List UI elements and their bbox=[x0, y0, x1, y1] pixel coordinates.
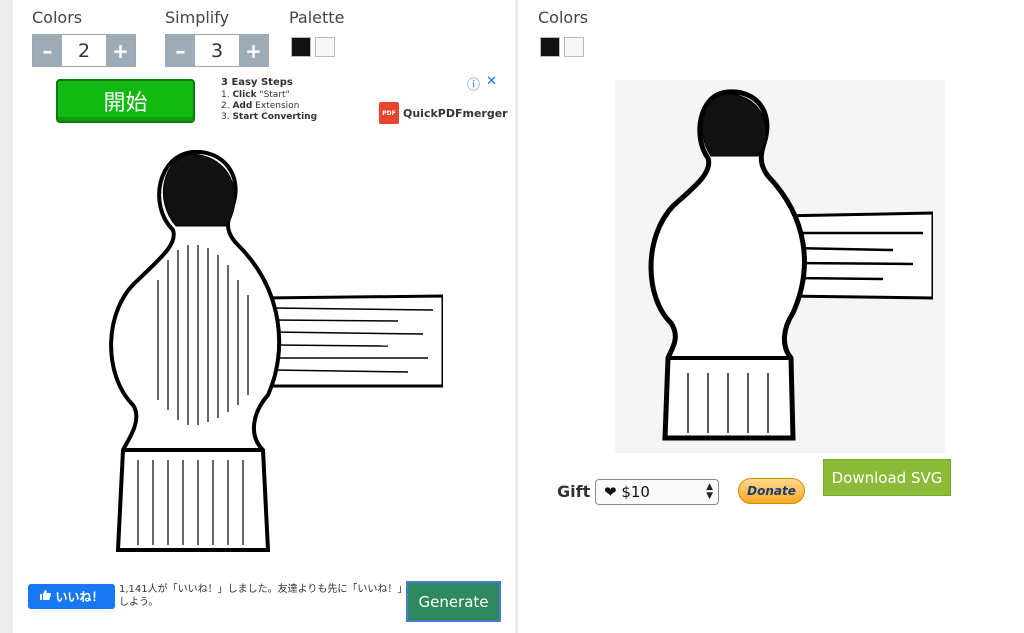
ad-brand-name: QuickPDFmerger bbox=[403, 106, 508, 120]
close-icon[interactable]: ✕ bbox=[486, 74, 497, 93]
ad-start-button[interactable]: 開始 bbox=[56, 79, 195, 123]
output-swatch-black[interactable] bbox=[540, 37, 560, 57]
colors-increment-button[interactable]: + bbox=[106, 35, 135, 66]
gift-amount-select[interactable]: ❤ $10 ▲ ▼ bbox=[595, 479, 719, 505]
ad-steps: 3 Easy Steps 1. Click "Start" 2. Add Ext… bbox=[221, 77, 317, 123]
source-image bbox=[109, 150, 443, 552]
like-button-label: いいね！ bbox=[55, 590, 104, 604]
palette-swatch-black[interactable] bbox=[291, 37, 311, 57]
facebook-like-button[interactable]: いいね！ bbox=[28, 584, 115, 609]
colors-decrement-button[interactable]: – bbox=[33, 35, 62, 66]
ad-step-1: 1. Click "Start" bbox=[221, 90, 290, 100]
pdf-icon: PDF bbox=[379, 102, 399, 124]
output-colors-label: Colors bbox=[538, 8, 589, 27]
ad-controls: ⓘ ✕ bbox=[467, 74, 497, 93]
like-count-text: 1,141人が「いいね！」しました。友達よりも先に「いいね！」しよう。 bbox=[119, 584, 408, 608]
ad-brand[interactable]: PDF QuickPDFmerger bbox=[379, 102, 508, 124]
colors-label: Colors bbox=[32, 8, 83, 27]
output-swatch-white[interactable] bbox=[564, 37, 584, 57]
simplify-increment-button[interactable]: + bbox=[239, 35, 268, 66]
colors-value[interactable]: 2 bbox=[62, 35, 106, 66]
download-svg-button[interactable]: Download SVG bbox=[823, 459, 951, 496]
thumbs-up-icon bbox=[39, 589, 52, 604]
advertisement: 開始 3 Easy Steps 1. Click "Start" 2. Add … bbox=[53, 72, 508, 130]
select-arrows-icon: ▲ ▼ bbox=[706, 482, 713, 501]
ad-step-2: 2. Add Extension bbox=[221, 101, 300, 111]
output-panel: Colors Gift ❤ $10 ▲ ▼ Donate Download SV… bbox=[518, 0, 1024, 633]
simplify-decrement-button[interactable]: – bbox=[166, 35, 195, 66]
info-icon[interactable]: ⓘ bbox=[467, 74, 480, 93]
ad-step-3: 3. Start Converting bbox=[221, 112, 318, 122]
simplify-value[interactable]: 3 bbox=[195, 35, 239, 66]
generate-button[interactable]: Generate bbox=[406, 581, 501, 622]
simplify-stepper: – 3 + bbox=[165, 34, 269, 67]
vector-preview-image bbox=[648, 89, 933, 441]
simplify-label: Simplify bbox=[165, 8, 230, 27]
gift-label: Gift bbox=[557, 482, 591, 501]
gift-amount-value: ❤ $10 bbox=[604, 483, 650, 501]
donate-button[interactable]: Donate bbox=[738, 478, 805, 504]
editor-panel: Colors – 2 + Simplify – 3 + Palette 開始 3… bbox=[13, 0, 515, 633]
palette-label: Palette bbox=[289, 8, 345, 27]
colors-stepper: – 2 + bbox=[32, 34, 136, 67]
ad-steps-title: 3 Easy Steps bbox=[221, 77, 293, 88]
palette-swatch-white[interactable] bbox=[315, 37, 335, 57]
